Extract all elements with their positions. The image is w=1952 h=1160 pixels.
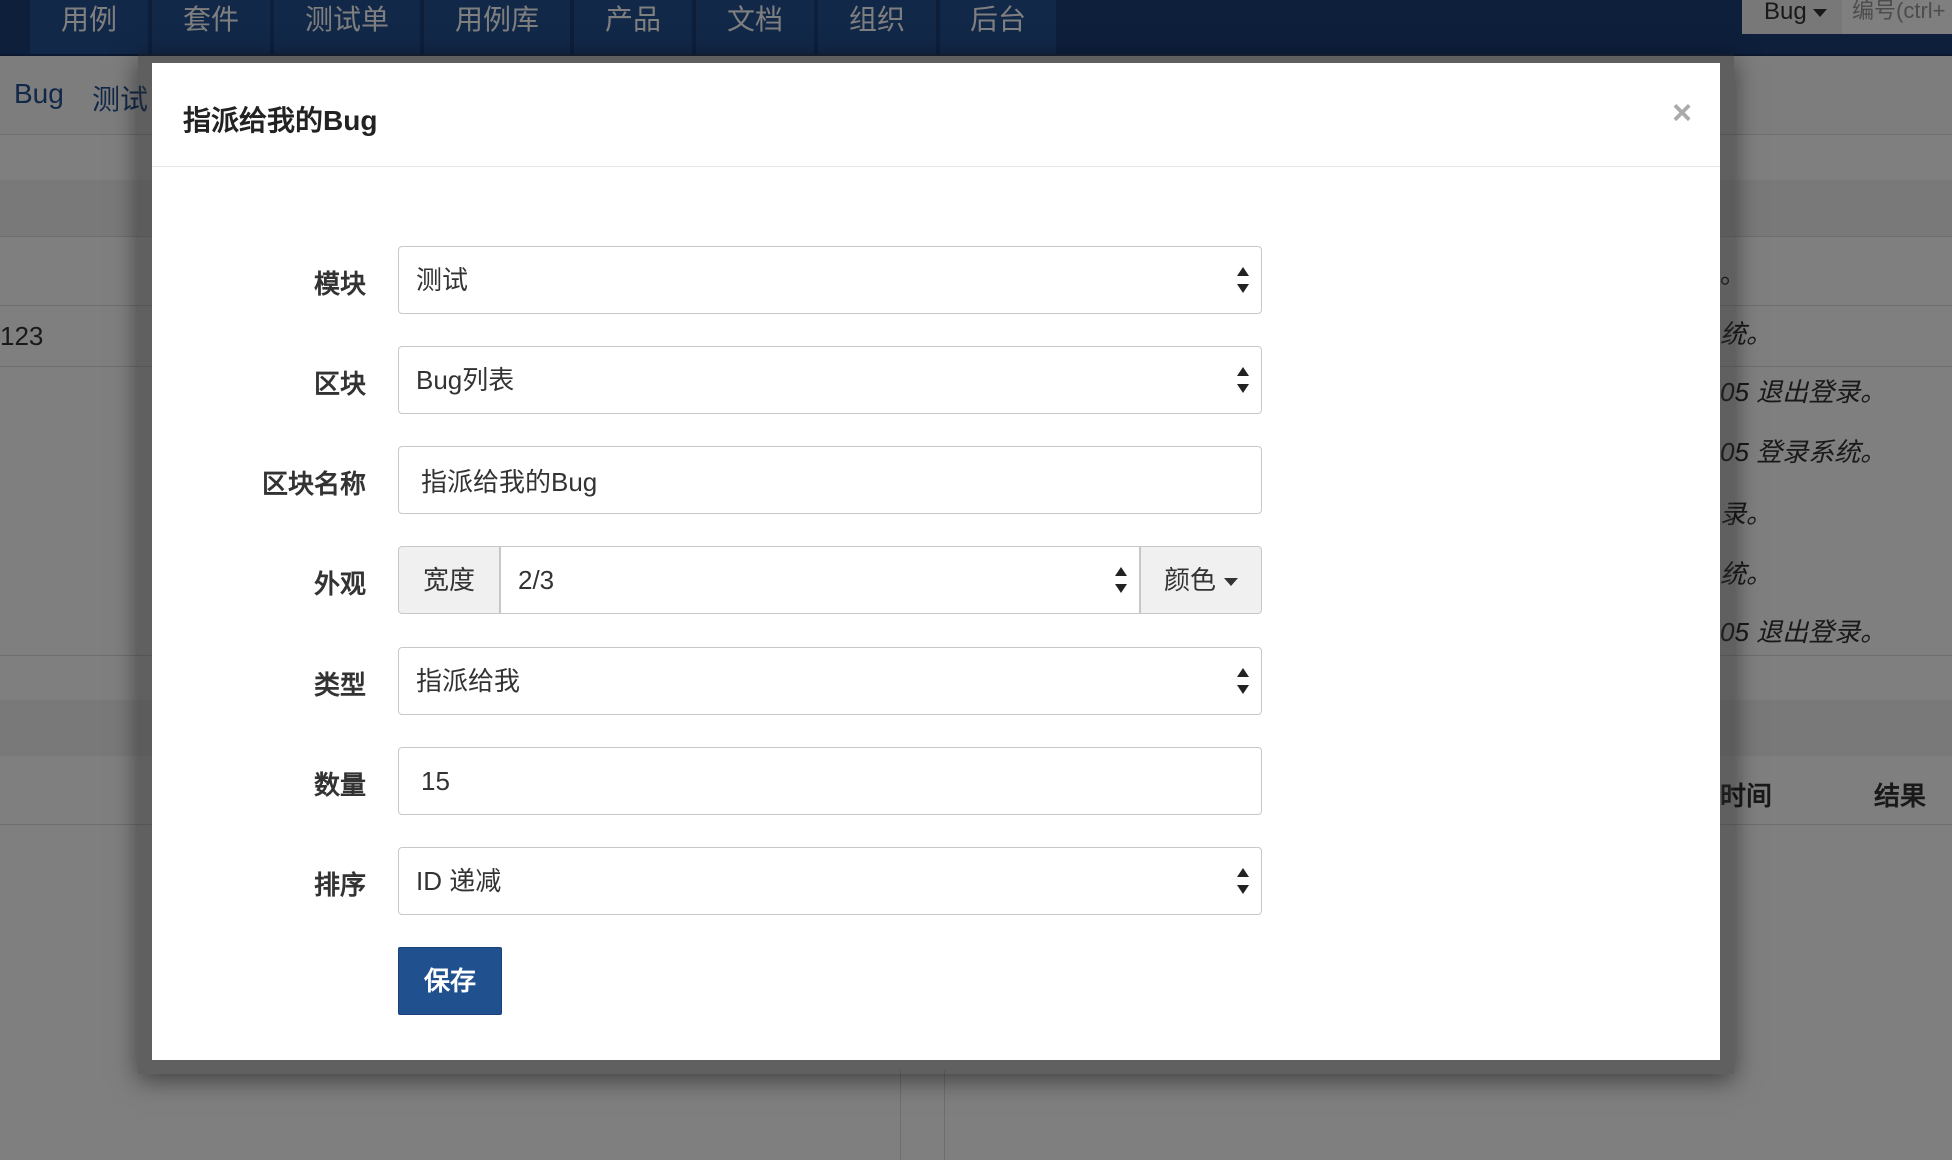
width-select-value: 2/3	[518, 565, 555, 595]
block-name-input[interactable]	[398, 446, 1262, 514]
caret-down-icon	[1224, 578, 1238, 587]
width-select[interactable]: 2/3	[500, 546, 1140, 614]
select-arrows-icon	[1237, 367, 1249, 393]
block-label: 区块	[313, 369, 366, 399]
type-label: 类型	[313, 670, 366, 700]
save-button[interactable]: 保存	[398, 947, 502, 1015]
module-label: 模块	[313, 269, 366, 299]
select-arrows-icon	[1237, 868, 1249, 894]
select-arrows-icon	[1237, 668, 1249, 694]
order-select-value: ID 递减	[416, 866, 502, 896]
select-arrows-icon	[1115, 567, 1127, 593]
color-button-label: 颜色	[1163, 565, 1216, 595]
module-select-value: 测试	[416, 265, 469, 295]
count-input[interactable]	[398, 747, 1262, 815]
module-select[interactable]: 测试	[398, 246, 1262, 314]
block-settings-modal: 指派给我的Bug × 模块 测试 区块 Bug列表 区块名称 外观 宽度 2/3…	[152, 63, 1720, 1060]
type-select-value: 指派给我	[416, 666, 521, 696]
type-select[interactable]: 指派给我	[398, 647, 1262, 715]
block-name-label: 区块名称	[261, 469, 366, 499]
select-arrows-icon	[1237, 267, 1249, 293]
appearance-label: 外观	[313, 569, 366, 599]
close-icon[interactable]: ×	[1662, 93, 1702, 133]
block-select-value: Bug列表	[416, 365, 515, 395]
width-addon: 宽度	[398, 546, 500, 614]
modal-header: 指派给我的Bug ×	[152, 63, 1720, 167]
order-label: 排序	[313, 870, 366, 900]
modal-title: 指派给我的Bug	[183, 105, 378, 136]
order-select[interactable]: ID 递减	[398, 847, 1262, 915]
block-select[interactable]: Bug列表	[398, 346, 1262, 414]
color-dropdown-button[interactable]: 颜色	[1140, 546, 1262, 614]
count-label: 数量	[313, 770, 366, 800]
